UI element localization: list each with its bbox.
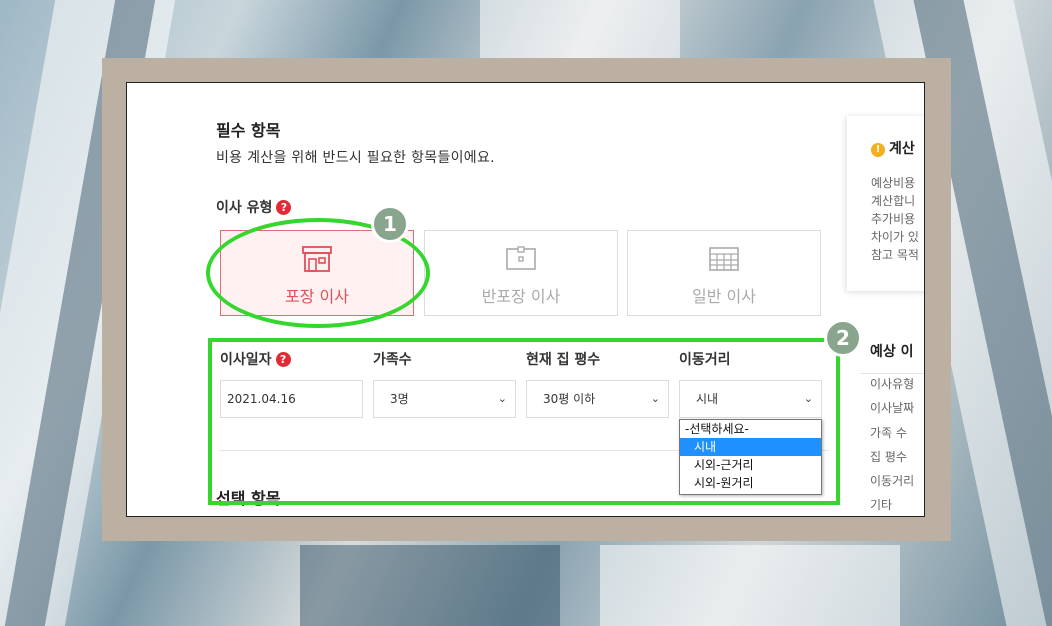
move-type-label: 이사 유형? <box>216 197 292 217</box>
step-badge-2: 2 <box>824 319 862 357</box>
estimate-item: 이사유형 <box>870 377 915 391</box>
calc-notice-line: 예상비용 <box>871 176 916 190</box>
truck-grid-icon <box>709 247 739 271</box>
calc-notice-title: ! 계산 <box>871 138 915 158</box>
step-badge-1: 1 <box>371 205 409 243</box>
warning-icon: ! <box>871 143 885 157</box>
move-type-general[interactable]: 일반 이사 <box>627 230 821 316</box>
calc-notice-line: 계산합니 <box>871 194 916 208</box>
moving-cost-calculator: 필수 항목 비용 계산을 위해 반드시 필요한 항목들이에요. 이사 유형? 포… <box>126 82 925 517</box>
estimate-item: 기타 <box>870 498 893 512</box>
required-section-title: 필수 항목 <box>216 121 281 140</box>
move-type-general-label: 일반 이사 <box>692 287 756 306</box>
calc-notice-line: 차이가 있 <box>871 230 919 244</box>
calc-notice-line: 참고 목적 <box>871 248 919 262</box>
estimate-item: 집 평수 <box>870 450 907 464</box>
estimate-item: 이동거리 <box>870 474 915 488</box>
move-type-label-text: 이사 유형 <box>216 200 273 216</box>
estimate-title: 예상 이 <box>870 344 914 360</box>
move-type-semi-packing[interactable]: 반포장 이사 <box>424 230 618 316</box>
highlight-rectangle <box>208 338 840 505</box>
estimate-item: 이사날짜 <box>870 401 915 415</box>
estimate-divider <box>860 373 924 374</box>
calc-notice-title-text: 계산 <box>889 141 915 157</box>
required-section-subtitle: 비용 계산을 위해 반드시 필요한 항목들이에요. <box>216 150 495 166</box>
box-icon <box>506 246 536 270</box>
move-type-semi-packing-label: 반포장 이사 <box>481 287 561 306</box>
calc-notice-card: ! 계산 예상비용 계산합니 추가비용 차이가 있 참고 목적 <box>847 116 924 291</box>
calc-notice-line: 추가비용 <box>871 212 916 226</box>
help-icon[interactable]: ? <box>276 200 292 215</box>
estimate-item: 가족 수 <box>870 426 907 440</box>
